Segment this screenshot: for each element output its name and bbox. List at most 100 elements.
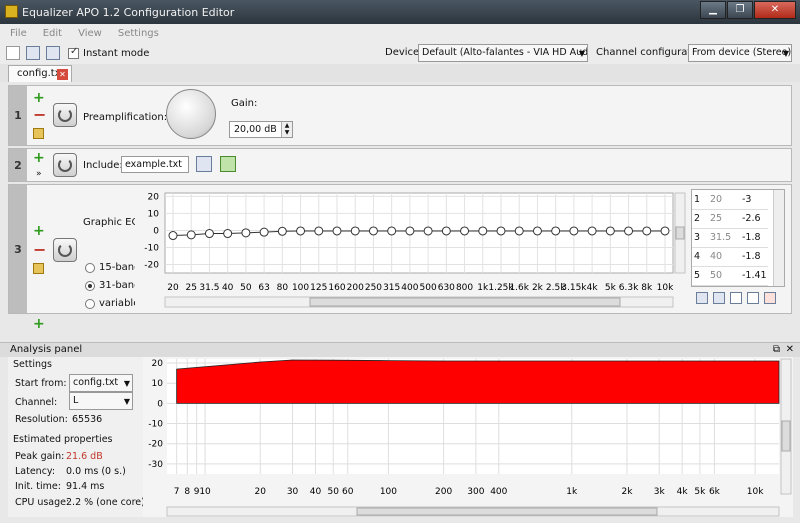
table-cell: -1.8: [742, 232, 761, 243]
minimize-button[interactable]: ▁: [700, 1, 726, 19]
open-file-icon[interactable]: [196, 156, 212, 172]
menu-settings[interactable]: Settings: [118, 28, 159, 39]
start-from-select[interactable]: config.txt ▼: [69, 374, 133, 392]
instant-mode-checkbox[interactable]: [68, 46, 79, 59]
eq-point: [605, 226, 615, 236]
include-file-field[interactable]: example.txt: [121, 156, 189, 173]
eq-point: [332, 226, 342, 236]
table-scrollbar[interactable]: [773, 190, 784, 286]
y-tick-label: -20: [144, 260, 159, 270]
radio-15-band[interactable]: [85, 263, 95, 273]
title-bar: Equalizer APO 1.2 Configuration Editor ▁…: [0, 0, 800, 24]
menu-view[interactable]: View: [78, 28, 102, 39]
table-row[interactable]: 4 40 -1.8: [692, 247, 768, 267]
x-tick-label: 7: [174, 487, 180, 497]
add-icon[interactable]: +: [33, 224, 45, 238]
menu-bar: File Edit View Settings: [0, 24, 800, 42]
close-button[interactable]: ✕: [754, 1, 796, 19]
y-tick-label: 10: [152, 379, 164, 389]
analysis-panel-title: Analysis panel: [10, 344, 83, 355]
x-tick-label: 80: [277, 283, 289, 293]
add-icon[interactable]: +: [33, 151, 45, 165]
cpu-usage-value: 2.2 % (one core): [66, 497, 145, 508]
gain-stepper[interactable]: 20,00 dB ▲ ▼: [229, 121, 293, 138]
graphic-eq-plot[interactable]: 20100-10-2020 25 31.5 40 50 63 80 100 125 160 200 2…: [135, 187, 687, 311]
radio-variable-label: variable: [99, 298, 140, 309]
tab-config[interactable]: config.txt ✕: [8, 65, 72, 82]
remove-icon[interactable]: −: [33, 107, 46, 123]
table-row[interactable]: 1 20 -3: [692, 190, 768, 210]
power-toggle[interactable]: [53, 103, 77, 127]
graphic-eq-label: Graphic EQ:: [83, 217, 143, 228]
eq-point: [204, 229, 214, 239]
remove-icon[interactable]: −: [33, 242, 46, 258]
section-number: 1: [9, 86, 27, 145]
edit-icon[interactable]: [33, 128, 44, 139]
save-file-icon[interactable]: [46, 46, 60, 60]
x-tick-label: 63: [258, 283, 269, 293]
channel-label: Channel:: [15, 397, 58, 408]
x-tick-label: 40: [222, 283, 234, 293]
eq-point: [551, 226, 561, 236]
eq-point: [405, 226, 415, 236]
x-tick-label: 800: [456, 283, 473, 293]
power-toggle[interactable]: [53, 238, 77, 262]
table-cell: -1.41: [742, 270, 767, 281]
new-file-icon[interactable]: [6, 46, 20, 60]
table-row[interactable]: 3 31.5 -1.8: [692, 228, 768, 248]
add-filter-icon[interactable]: +: [33, 317, 45, 331]
radio-variable[interactable]: [85, 299, 95, 309]
instant-mode-label: Instant mode: [83, 47, 150, 59]
x-tick-label: 25: [185, 283, 196, 293]
eq-point: [186, 230, 196, 240]
y-tick-label: -10: [144, 243, 159, 253]
app-icon: [5, 5, 18, 18]
chevron-down-icon: ▼: [123, 397, 130, 406]
menu-edit[interactable]: Edit: [43, 28, 62, 39]
close-tab-icon[interactable]: ✕: [57, 69, 68, 80]
eq-point: [496, 226, 506, 236]
maximize-button[interactable]: ❐: [727, 1, 753, 19]
gain-knob[interactable]: [166, 89, 216, 139]
eq-point: [387, 226, 397, 236]
stepper-arrows-icon[interactable]: ▲ ▼: [281, 122, 292, 137]
eq-point: [368, 226, 378, 236]
x-tick-label: 160: [328, 283, 345, 293]
analysis-settings: Settings Start from: config.txt ▼ Channel…: [8, 357, 145, 517]
analysis-plot[interactable]: 7 8 9 10 20 30 40 50 60 100 200 300 400 1k 2k 3k 4k 5k 6k 1…: [143, 357, 793, 517]
y-tick-label: 10: [148, 209, 160, 219]
table-row[interactable]: 2 25 -2.6: [692, 209, 768, 229]
load-table-icon[interactable]: [713, 292, 725, 304]
float-panel-icon[interactable]: ⧉: [773, 343, 780, 357]
menu-file[interactable]: File: [10, 28, 27, 39]
radio-31-band[interactable]: [85, 281, 95, 291]
x-tick-label: 3.15k: [561, 283, 587, 293]
x-tick-label: 200: [347, 283, 364, 293]
x-tick-label: 5k: [694, 487, 706, 497]
eq-point: [423, 226, 433, 236]
table-row[interactable]: 5 50 -1.41: [692, 266, 768, 286]
shape-eq-icon[interactable]: [747, 292, 759, 304]
x-tick-label: 4k: [587, 283, 599, 293]
edit-icon[interactable]: [33, 263, 44, 274]
resolution-value[interactable]: 65536: [72, 414, 102, 425]
go-to-file-icon[interactable]: [220, 156, 236, 172]
power-toggle[interactable]: [53, 153, 77, 177]
band-table[interactable]: 1 20 -3 2 25 -2.6 3 31.5 -1.8 4 40 -1.8 5 50 -1.41: [691, 189, 785, 287]
expand-icon[interactable]: »: [36, 169, 42, 179]
channel-config-select[interactable]: From device (Stereo) ▼: [688, 44, 792, 62]
y-tick-label: -20: [148, 440, 163, 450]
x-tick-label: 4k: [677, 487, 689, 497]
save-table-icon[interactable]: [696, 292, 708, 304]
flat-eq-icon[interactable]: [730, 292, 742, 304]
estimated-title: Estimated properties: [13, 434, 113, 445]
open-file-icon[interactable]: [26, 46, 40, 60]
add-icon[interactable]: +: [33, 91, 45, 105]
channel-select[interactable]: L ▼: [69, 392, 133, 410]
close-panel-icon[interactable]: ✕: [786, 343, 794, 357]
eq-point: [660, 226, 670, 236]
x-tick-label: 10k: [747, 487, 764, 497]
x-tick-label: 300: [467, 487, 484, 497]
invert-eq-icon[interactable]: [764, 292, 776, 304]
device-select[interactable]: Default (Alto-falantes - VIA HD Audio) ▼: [418, 44, 588, 62]
